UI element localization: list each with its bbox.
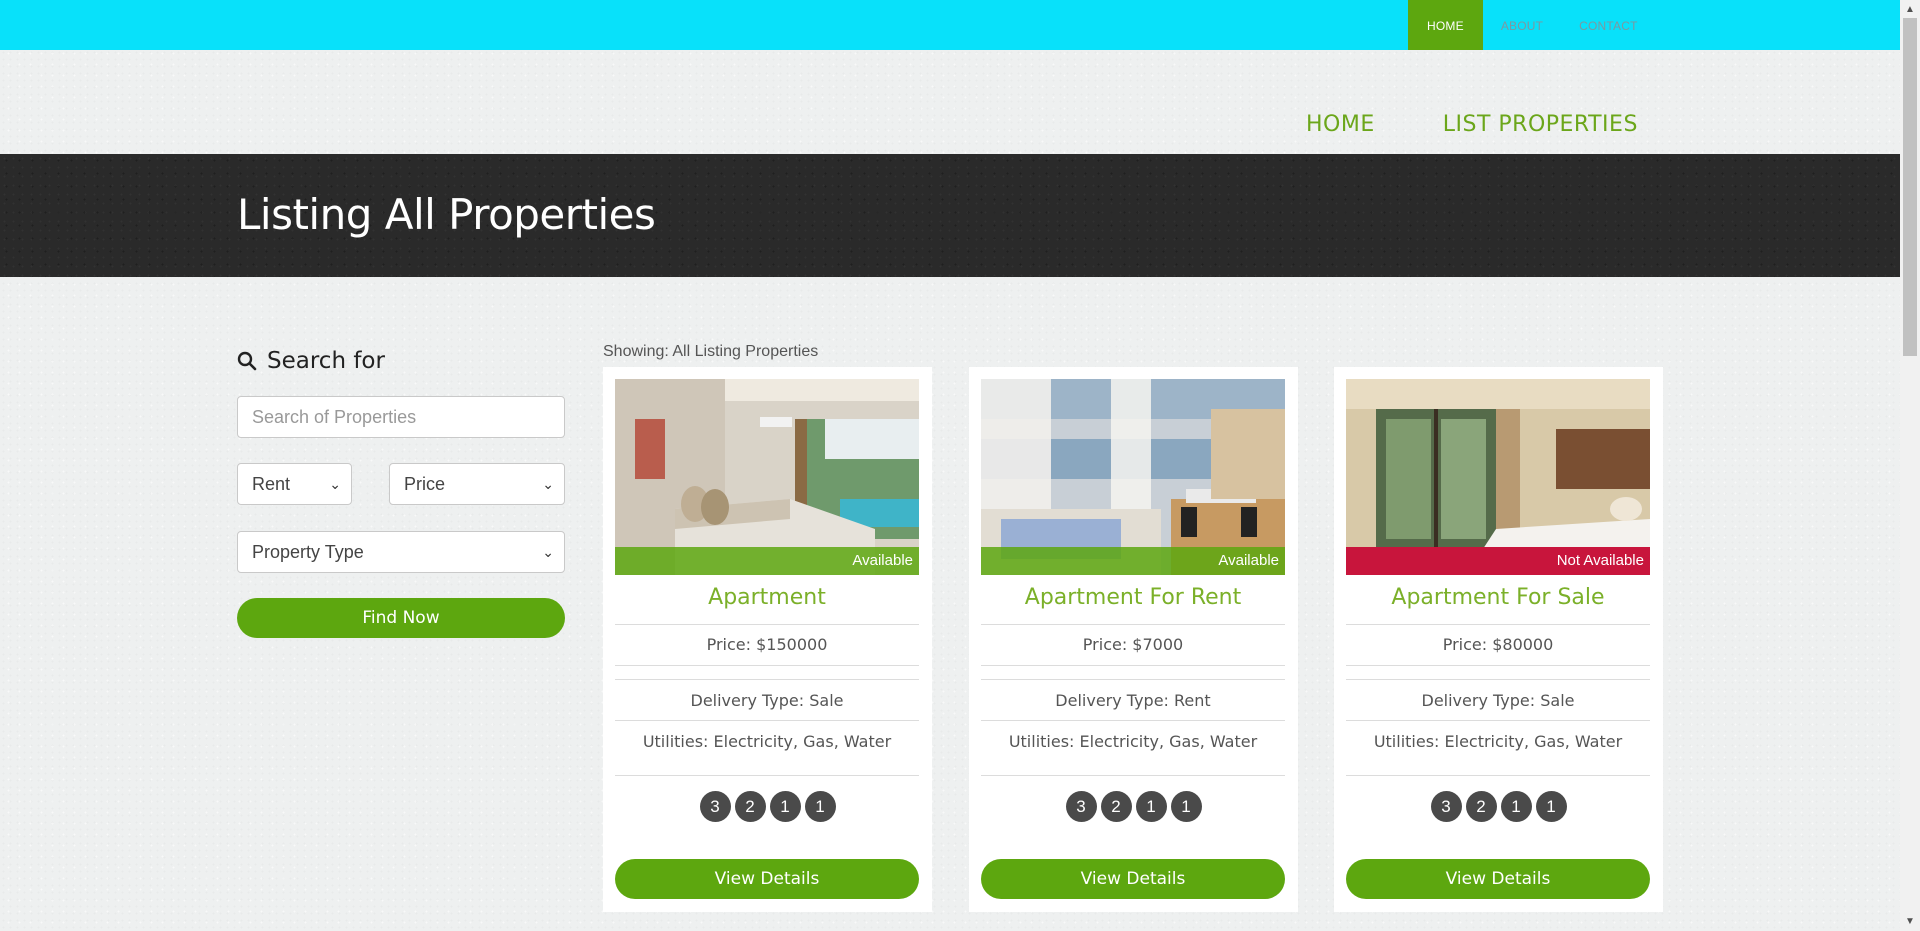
feature-badge: 2 xyxy=(734,791,766,822)
scrollbar-thumb[interactable] xyxy=(1903,18,1917,356)
feature-badge: 3 xyxy=(1065,791,1097,822)
price-value: Price xyxy=(404,474,446,494)
feature-badges: 3 2 1 1 xyxy=(1334,791,1663,822)
divider xyxy=(615,665,919,679)
feature-badge: 2 xyxy=(1100,791,1132,822)
property-card: Not Available Apartment For Sale Price: … xyxy=(1334,367,1663,912)
property-price: Price: $7000 xyxy=(981,624,1285,665)
property-utilities: Utilities: Electricity, Gas, Water xyxy=(615,720,919,762)
property-photo[interactable]: Available xyxy=(615,379,919,575)
feature-badge: 1 xyxy=(1170,791,1202,822)
top-bar: HOME ABOUT CONTACT xyxy=(0,0,1900,50)
property-photo[interactable]: Not Available xyxy=(1346,379,1650,575)
divider xyxy=(1346,775,1650,776)
feature-badge: 1 xyxy=(769,791,801,822)
divider xyxy=(615,775,919,776)
property-type-value: Property Type xyxy=(252,542,364,562)
feature-badge: 1 xyxy=(1135,791,1167,822)
feature-badges: 3 2 1 1 xyxy=(603,791,932,822)
page-scrollbar[interactable]: ▲ ▼ xyxy=(1900,0,1920,931)
main-nav: HOME LIST PROPERTIES xyxy=(1306,112,1638,137)
property-utilities: Utilities: Electricity, Gas, Water xyxy=(1346,720,1650,762)
feature-badges: 3 2 1 1 xyxy=(969,791,1298,822)
search-input[interactable]: Search of Properties xyxy=(237,396,565,438)
page-banner: Listing All Properties xyxy=(0,154,1900,277)
page-title: Listing All Properties xyxy=(237,190,656,239)
main-nav-list-properties[interactable]: LIST PROPERTIES xyxy=(1443,112,1638,137)
top-nav-about[interactable]: ABOUT xyxy=(1483,0,1561,50)
status-badge: Not Available xyxy=(1346,547,1650,575)
property-utilities: Utilities: Electricity, Gas, Water xyxy=(981,720,1285,762)
property-photo[interactable]: Available xyxy=(981,379,1285,575)
property-delivery-type: Delivery Type: Sale xyxy=(615,679,919,721)
search-heading-label: Search for xyxy=(267,348,385,374)
property-type-select[interactable]: Property Type ⌄ xyxy=(237,531,565,573)
top-nav: HOME ABOUT CONTACT xyxy=(1408,0,1656,50)
top-nav-home[interactable]: HOME xyxy=(1408,0,1483,50)
property-card: Available Apartment For Rent Price: $700… xyxy=(969,367,1298,912)
delivery-type-select[interactable]: Rent ⌄ xyxy=(237,463,352,505)
feature-badge: 2 xyxy=(1465,791,1497,822)
property-title[interactable]: Apartment For Sale xyxy=(1346,585,1650,610)
status-badge: Available xyxy=(615,547,919,575)
property-card: Available Apartment Price: $150000 Deliv… xyxy=(603,367,932,912)
find-now-button[interactable]: Find Now xyxy=(237,598,565,638)
feature-badge: 1 xyxy=(1500,791,1532,822)
view-details-button[interactable]: View Details xyxy=(615,859,919,899)
property-delivery-type: Delivery Type: Rent xyxy=(981,679,1285,721)
top-nav-contact[interactable]: CONTACT xyxy=(1561,0,1656,50)
showing-label: Showing: All Listing Properties xyxy=(603,343,819,360)
delivery-type-value: Rent xyxy=(252,474,291,494)
main-nav-home[interactable]: HOME xyxy=(1306,112,1375,137)
view-details-button[interactable]: View Details xyxy=(1346,859,1650,899)
chevron-down-icon: ⌄ xyxy=(329,476,341,492)
feature-badge: 3 xyxy=(699,791,731,822)
view-details-button[interactable]: View Details xyxy=(981,859,1285,899)
chevron-down-icon: ⌄ xyxy=(542,544,554,560)
property-title[interactable]: Apartment xyxy=(615,585,919,610)
status-badge: Available xyxy=(981,547,1285,575)
search-heading: Search for xyxy=(237,346,565,376)
chevron-down-icon: ⌄ xyxy=(542,476,554,492)
price-select[interactable]: Price ⌄ xyxy=(389,463,565,505)
property-price: Price: $150000 xyxy=(615,624,919,665)
feature-badge: 1 xyxy=(804,791,836,822)
property-price: Price: $80000 xyxy=(1346,624,1650,665)
feature-badge: 3 xyxy=(1430,791,1462,822)
search-icon xyxy=(237,350,259,372)
divider xyxy=(981,775,1285,776)
property-title[interactable]: Apartment For Rent xyxy=(981,585,1285,610)
scroll-up-icon[interactable]: ▲ xyxy=(1905,4,1915,15)
property-delivery-type: Delivery Type: Sale xyxy=(1346,679,1650,721)
divider xyxy=(1346,665,1650,679)
scroll-down-icon[interactable]: ▼ xyxy=(1905,916,1915,927)
divider xyxy=(981,665,1285,679)
search-sidebar: Search for Search of Properties Rent ⌄ P… xyxy=(237,346,565,638)
feature-badge: 1 xyxy=(1535,791,1567,822)
